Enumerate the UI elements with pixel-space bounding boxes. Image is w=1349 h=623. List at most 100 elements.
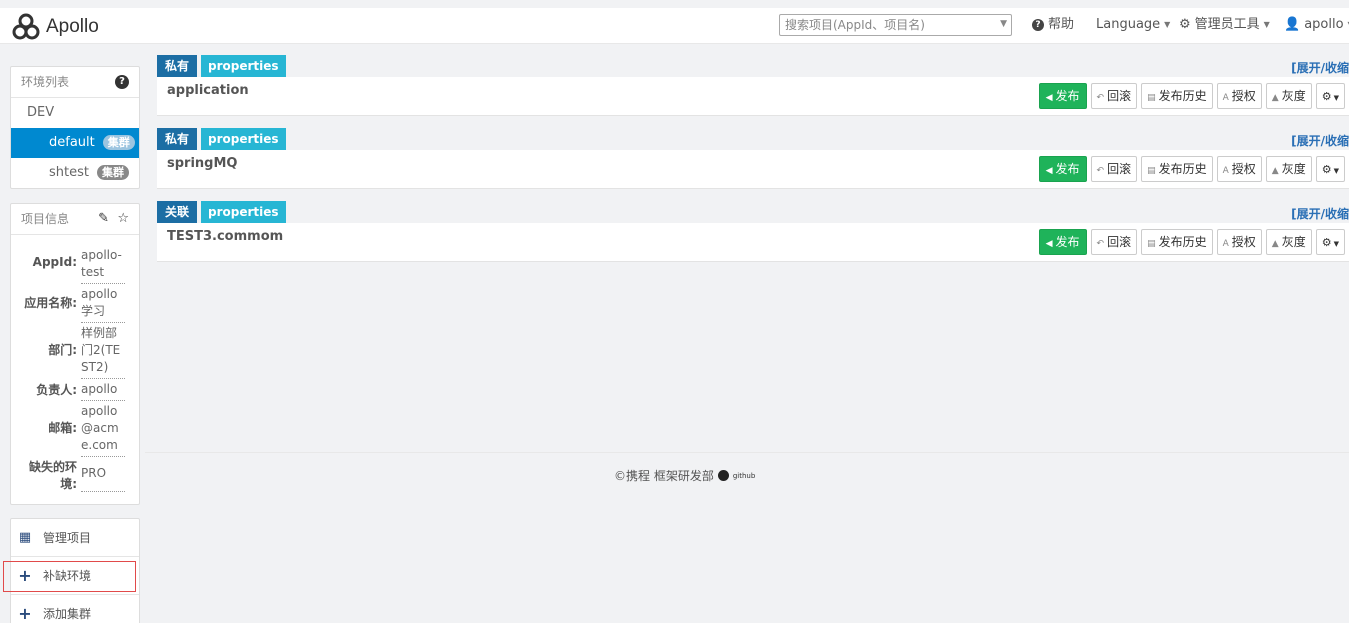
send-icon: ◀ — [1045, 239, 1053, 249]
apollo-logo[interactable]: Apollo — [10, 12, 99, 42]
rollback-label: 回滚 — [1107, 89, 1132, 103]
info-label: 负责人: — [36, 383, 77, 397]
settings-dropdown-button[interactable]: ⚙ ▼ — [1315, 229, 1345, 255]
namespace-panel-springmq: 私有 properties [展开/收缩 springMQ ◀ 发布 ↶ 回滚 ▤ 发… — [157, 128, 1349, 189]
scope-tag: 关联 — [157, 201, 198, 223]
cluster-item-shtest[interactable]: shtest 集群 — [11, 158, 139, 188]
namespace-tags: 私有 properties — [157, 128, 1349, 150]
project-search-input[interactable]: 搜索项目(AppId、项目名) ▼ — [779, 14, 1012, 36]
github-icon[interactable] — [717, 470, 729, 481]
star-icon[interactable]: ☆ — [117, 204, 129, 234]
expand-collapse-link[interactable]: [展开/收缩 — [1291, 132, 1349, 149]
info-value: apollo@acme.com — [81, 401, 125, 457]
info-label: AppId: — [32, 255, 77, 269]
github-label[interactable]: github — [733, 472, 755, 480]
info-label: 应用名称: — [24, 296, 77, 310]
publish-label: 发布 — [1055, 235, 1080, 249]
help-link[interactable]: ? 帮助 — [1032, 14, 1074, 36]
caret-down-icon: ▼ — [1164, 20, 1171, 29]
grant-button[interactable]: A 授权 — [1216, 229, 1262, 255]
publish-button[interactable]: ◀ 发布 — [1038, 229, 1087, 255]
chevron-down-icon: ▼ — [1000, 19, 1007, 29]
caret-down-icon: ▼ — [1333, 240, 1339, 248]
info-row-missing-env: 缺失的环境: PRO — [11, 457, 139, 493]
top-navbar: Apollo 搜索项目(AppId、项目名) ▼ ? 帮助 Language ▼… — [0, 0, 1349, 44]
help-label: 帮助 — [1048, 17, 1075, 32]
release-history-button[interactable]: ▤ 发布历史 — [1141, 156, 1213, 182]
release-history-button[interactable]: ▤ 发布历史 — [1141, 229, 1213, 255]
publish-label: 发布 — [1055, 162, 1080, 176]
font-icon: A — [1222, 93, 1229, 103]
publish-button[interactable]: ◀ 发布 — [1038, 83, 1087, 109]
namespace-name: application — [167, 83, 249, 98]
info-row-appid: AppId: apollo-test — [11, 245, 139, 284]
info-value: PRO — [81, 457, 125, 492]
add-cluster-link[interactable]: + 添加集群 — [11, 595, 139, 623]
list-icon: ▤ — [1147, 239, 1156, 249]
gray-release-button[interactable]: ▲ 灰度 — [1265, 83, 1312, 109]
info-label: 部门: — [48, 343, 77, 357]
rollback-label: 回滚 — [1107, 162, 1132, 176]
info-value: 样例部门2(TEST2) — [81, 323, 125, 379]
caret-down-icon: ▼ — [1333, 167, 1339, 175]
caret-down-icon: ▼ — [1333, 94, 1339, 102]
scope-tag: 私有 — [157, 55, 198, 77]
project-panel-header: 项目信息 ✎ ☆ — [11, 204, 139, 235]
gray-release-button[interactable]: ▲ 灰度 — [1265, 156, 1312, 182]
namespace-header: TEST3.commom ◀ 发布 ↶ 回滚 ▤ 发布历史 A 授权 ▲ 灰度 ⚙ ▼ — [157, 223, 1349, 262]
language-menu[interactable]: Language ▼ — [1096, 14, 1170, 36]
info-row-department: 部门: 样例部门2(TEST2) — [11, 323, 139, 379]
gray-release-button[interactable]: ▲ 灰度 — [1265, 229, 1312, 255]
expand-collapse-link[interactable]: [展开/收缩 — [1291, 205, 1349, 222]
highlight-box — [3, 561, 136, 592]
namespace-header: application ◀ 发布 ↶ 回滚 ▤ 发布历史 A 授权 ▲ 灰度 ⚙ ▼ — [157, 77, 1349, 116]
list-icon: ▤ — [1147, 166, 1156, 176]
footer-text: ©携程 框架研发部 — [614, 469, 714, 483]
question-circle-icon: ? — [1032, 19, 1044, 31]
font-icon: A — [1222, 166, 1229, 176]
env-list-panel: 环境列表 ? DEV default 集群 shtest 集群 — [10, 66, 140, 189]
admin-tools-menu[interactable]: ⚙ 管理员工具 ▼ — [1179, 14, 1270, 36]
namespace-header: springMQ ◀ 发布 ↶ 回滚 ▤ 发布历史 A 授权 ▲ 灰度 ⚙ ▼ — [157, 150, 1349, 189]
info-label: 邮箱: — [48, 421, 77, 435]
add-cluster-label: 添加集群 — [43, 607, 92, 621]
footer-divider — [145, 452, 1349, 453]
send-icon: ◀ — [1045, 166, 1053, 176]
language-label: Language — [1096, 17, 1161, 32]
gray-label: 灰度 — [1281, 235, 1306, 249]
manage-project-link[interactable]: ▦ 管理项目 — [11, 519, 139, 557]
scope-tag: 私有 — [157, 128, 198, 150]
namespace-panel-test3-commom: 关联 properties [展开/收缩 TEST3.commom ◀ 发布 ↶ 回… — [157, 201, 1349, 262]
expand-collapse-link[interactable]: [展开/收缩 — [1291, 59, 1349, 76]
grant-button[interactable]: A 授权 — [1216, 156, 1262, 182]
namespace-actions: ◀ 发布 ↶ 回滚 ▤ 发布历史 A 授权 ▲ 灰度 ⚙ ▼ — [1038, 83, 1345, 109]
history-label: 发布历史 — [1158, 235, 1207, 249]
caret-down-icon: ▼ — [1263, 20, 1270, 29]
namespace-tags: 关联 properties — [157, 201, 1349, 223]
settings-dropdown-button[interactable]: ⚙ ▼ — [1315, 83, 1345, 109]
edit-icon[interactable]: ✎ — [98, 204, 109, 234]
env-item-dev[interactable]: DEV — [11, 98, 139, 128]
settings-dropdown-button[interactable]: ⚙ ▼ — [1315, 156, 1345, 182]
rollback-button[interactable]: ↶ 回滚 — [1090, 156, 1138, 182]
gear-icon: ⚙ — [1179, 17, 1191, 32]
rollback-button[interactable]: ↶ 回滚 — [1090, 229, 1138, 255]
grant-button[interactable]: A 授权 — [1216, 83, 1262, 109]
cluster-item-default[interactable]: default 集群 — [11, 128, 139, 158]
grant-label: 授权 — [1231, 235, 1256, 249]
namespace-panel-application: 私有 properties [展开/收缩 application ◀ 发布 ↶ 回滚… — [157, 55, 1349, 116]
cluster-name: default — [49, 135, 95, 150]
send-icon: ◀ — [1045, 93, 1053, 103]
info-row-owner: 负责人: apollo — [11, 379, 139, 401]
manage-project-label: 管理项目 — [43, 531, 92, 545]
user-menu[interactable]: 👤 apollo ▼ — [1284, 14, 1349, 36]
user-name: apollo — [1304, 17, 1344, 32]
env-panel-title: 环境列表 — [21, 75, 70, 89]
release-history-button[interactable]: ▤ 发布历史 — [1141, 83, 1213, 109]
history-label: 发布历史 — [1158, 162, 1207, 176]
gray-label: 灰度 — [1281, 89, 1306, 103]
gear-icon: ⚙ — [1321, 236, 1332, 249]
rollback-button[interactable]: ↶ 回滚 — [1090, 83, 1138, 109]
question-circle-icon[interactable]: ? — [115, 75, 129, 89]
publish-button[interactable]: ◀ 发布 — [1038, 156, 1087, 182]
